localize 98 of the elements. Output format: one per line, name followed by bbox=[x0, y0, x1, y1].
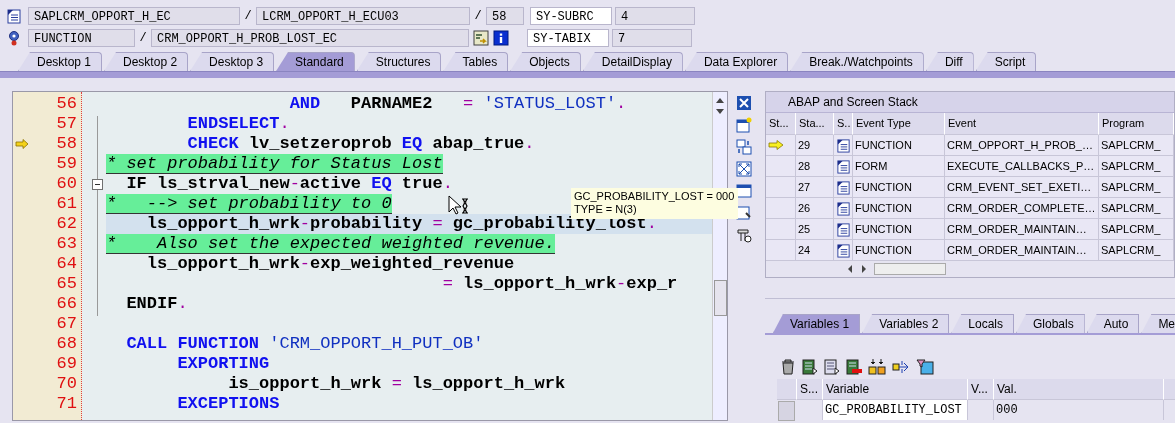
table-cell: CRM_ORDER_MAINTAIN… bbox=[945, 219, 1099, 240]
table-cell: FUNCTION bbox=[853, 177, 945, 198]
table-cell: SAPLCRM_ bbox=[1099, 156, 1174, 177]
line-number: 60 bbox=[55, 174, 78, 194]
desktop-tab[interactable]: Break./Watchpoints bbox=[790, 52, 924, 71]
line-number: 62 bbox=[55, 214, 78, 234]
column-header[interactable]: Event Type bbox=[853, 113, 945, 135]
table-cell: CRM_OPPORT_H_PROB_… bbox=[945, 135, 1099, 156]
desktop-tab[interactable]: DetailDisplay bbox=[582, 52, 683, 71]
variables-tab[interactable]: Variables 2 bbox=[862, 314, 950, 333]
column-header[interactable]: S... bbox=[797, 379, 823, 400]
code-line: EXCEPTIONS bbox=[176, 394, 280, 413]
table-cell: 28 bbox=[796, 156, 834, 177]
separator-text: / bbox=[243, 9, 253, 23]
table-cell: FUNCTION bbox=[853, 135, 945, 156]
line-number: 71 bbox=[55, 394, 78, 414]
table-cell: 000 bbox=[994, 400, 1164, 420]
desktop-tab[interactable]: Standard bbox=[276, 52, 355, 71]
line-field[interactable]: 58 bbox=[486, 7, 524, 25]
desktop-tab[interactable]: Script bbox=[975, 52, 1037, 71]
column-header[interactable]: Program bbox=[1099, 113, 1174, 135]
column-header[interactable]: Val. bbox=[994, 379, 1164, 400]
line-number: 70 bbox=[55, 374, 78, 394]
table-cell: FUNCTION bbox=[853, 240, 945, 261]
table-cell: FUNCTION bbox=[853, 198, 945, 219]
variables-tab[interactable]: Globals bbox=[1016, 314, 1085, 333]
line-number: 58 bbox=[55, 134, 78, 154]
code-line: ls_opport_h_wrk-exp_weighted_revenue bbox=[145, 254, 515, 273]
table-cell: FORM bbox=[853, 156, 945, 177]
separator-text: / bbox=[138, 31, 148, 45]
table-cell: SAPLCRM_ bbox=[1099, 177, 1174, 198]
panel-title: ABAP and Screen Stack bbox=[766, 92, 1174, 113]
code-line: CHECK lv_setzeroprob EQ abap_true. bbox=[186, 134, 535, 153]
table-cell: 26 bbox=[796, 198, 834, 219]
desktop-tab[interactable]: Objects bbox=[510, 52, 581, 71]
code-comment: * --> set probability to 0 bbox=[106, 194, 392, 213]
line-number: 65 bbox=[55, 274, 78, 294]
code-line: = ls_opport_h_wrk-exp_r bbox=[441, 274, 678, 293]
system-field-name[interactable]: SY-TABIX bbox=[527, 29, 609, 47]
code-comment: * Also set the expected weighted revenue. bbox=[106, 234, 555, 253]
desktop-tab[interactable]: Data Explorer bbox=[684, 52, 789, 71]
system-field-name[interactable]: SY-SUBRC bbox=[530, 7, 612, 25]
code-line: EXPORTING bbox=[176, 354, 270, 373]
desktop-tab[interactable]: Desktop 3 bbox=[190, 52, 275, 71]
table-cell: CRM_EVENT_SET_EXETI… bbox=[945, 177, 1099, 198]
code-line: ENDSELECT. bbox=[186, 114, 290, 133]
column-header[interactable]: Event bbox=[945, 113, 1099, 135]
desktop-tab[interactable]: Diff bbox=[925, 52, 974, 71]
line-number: 69 bbox=[55, 354, 78, 374]
code-line: CALL FUNCTION 'CRM_OPPORT_H_PUT_OB' bbox=[125, 334, 484, 353]
line-number: 63 bbox=[55, 234, 78, 254]
table-cell: SAPLCRM_ bbox=[1099, 198, 1174, 219]
table-cell: EXECUTE_CALLBACKS_P… bbox=[945, 156, 1099, 177]
table-cell: 29 bbox=[796, 135, 834, 156]
variables-tab[interactable]: Auto bbox=[1086, 314, 1140, 333]
column-header[interactable]: St... bbox=[766, 113, 796, 135]
code-comment: * set probability for Status Lost bbox=[106, 154, 443, 173]
variable-tooltip: GC_PROBABILITY_LOST = 000 TYPE = N(3) bbox=[571, 188, 739, 219]
table-cell: 24 bbox=[796, 240, 834, 261]
event-field[interactable]: CRM_OPPORT_H_PROB_LOST_EC bbox=[151, 29, 469, 47]
table-cell: 25 bbox=[796, 219, 834, 240]
line-number: 68 bbox=[55, 334, 78, 354]
system-field-value[interactable]: 7 bbox=[612, 29, 692, 47]
code-line: is_opport_h_wrk = ls_opport_h_wrk bbox=[227, 374, 566, 393]
table-cell: CRM_ORDER_MAINTAIN… bbox=[945, 240, 1099, 261]
desktop-tab[interactable]: Structures bbox=[356, 52, 442, 71]
line-number: 66 bbox=[55, 294, 78, 314]
column-header[interactable]: Sta... bbox=[796, 113, 834, 135]
table-cell: SAPLCRM_ bbox=[1099, 219, 1174, 240]
line-number: 57 bbox=[55, 114, 78, 134]
column-header[interactable]: S.. bbox=[834, 113, 853, 135]
table-cell: SAPLCRM_ bbox=[1099, 135, 1174, 156]
desktop-tab[interactable]: Desktop 1 bbox=[18, 52, 103, 71]
code-line: AND PARNAME2 = 'STATUS_LOST'. bbox=[288, 94, 627, 113]
variable-input[interactable]: GC_PROBABILITY_LOST bbox=[823, 400, 968, 420]
table-cell: CRM_ORDER_COMPLETE… bbox=[945, 198, 1099, 219]
desktop-tab[interactable]: Desktop 2 bbox=[104, 52, 189, 71]
line-number: 61 bbox=[55, 194, 78, 214]
table-cell: SAPLCRM_ bbox=[1099, 240, 1174, 261]
table-cell: FUNCTION bbox=[853, 219, 945, 240]
desktop-tab[interactable]: Tables bbox=[443, 52, 509, 71]
program-field[interactable]: SAPLCRM_OPPORT_H_EC bbox=[28, 7, 240, 25]
separator-text: / bbox=[473, 9, 483, 23]
variables-tab[interactable]: Variables 1 bbox=[773, 314, 861, 333]
system-field-value[interactable]: 4 bbox=[615, 7, 695, 25]
variables-tab[interactable]: Locals bbox=[951, 314, 1014, 333]
line-number: 59 bbox=[55, 154, 78, 174]
line-number: 64 bbox=[55, 254, 78, 274]
code-line: IF ls_strval_new-active EQ true. bbox=[125, 174, 453, 193]
event-type-field[interactable]: FUNCTION bbox=[28, 29, 135, 47]
column-header[interactable]: Variable bbox=[823, 379, 968, 400]
line-number: 56 bbox=[55, 94, 78, 114]
table-cell: 27 bbox=[796, 177, 834, 198]
variables-tab[interactable]: Me bbox=[1141, 314, 1175, 333]
line-number: 67 bbox=[55, 314, 78, 334]
column-header[interactable]: V... bbox=[968, 379, 994, 400]
code-line: ENDIF. bbox=[125, 294, 188, 313]
include-field[interactable]: LCRM_OPPORT_H_ECU03 bbox=[256, 7, 470, 25]
